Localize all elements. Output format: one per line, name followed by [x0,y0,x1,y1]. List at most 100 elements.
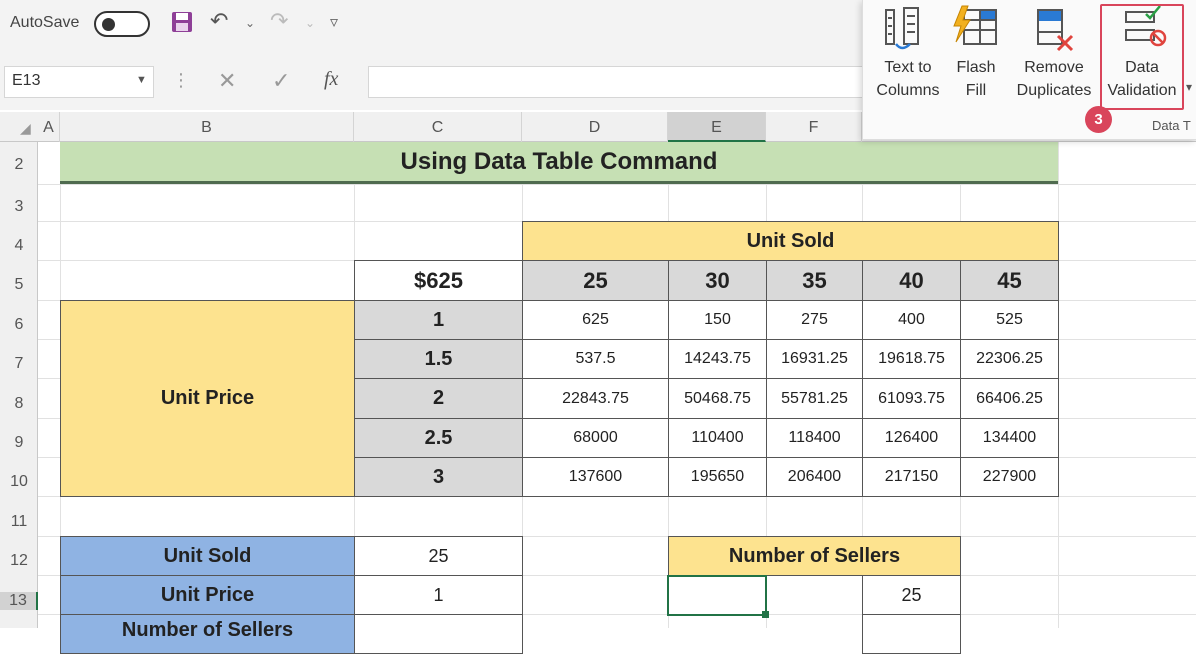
input-value-number-of-sellers[interactable] [354,614,523,654]
table-cell[interactable]: 134400 [960,418,1059,458]
table-cell[interactable]: 61093.75 [862,378,961,419]
redo-dropdown-icon[interactable]: ⌄ [305,16,315,30]
unit-sold-value-cell[interactable]: 35 [766,260,863,301]
column-header-b[interactable]: B [60,112,354,142]
row-header-5[interactable]: 5 [0,276,38,294]
input-label-number-of-sellers[interactable]: Number of Sellers [60,614,355,654]
column-header-c[interactable]: C [354,112,522,142]
corner-formula-cell[interactable]: $625 [354,260,523,301]
select-all-icon[interactable]: ◢ [20,120,31,137]
column-header-f[interactable]: F [766,112,862,142]
sheet-title[interactable]: Using Data Table Command [60,142,1058,184]
unit-sold-value-cell[interactable]: 40 [862,260,961,301]
table-cell[interactable]: 137600 [522,457,669,497]
text-to-columns-icon [882,4,934,57]
unit-price-value-cell[interactable]: 3 [354,457,523,497]
gridline [38,184,1196,185]
flash-fill-button[interactable]: Flash Fill [940,56,1012,102]
flash-fill-icon [950,4,1002,57]
row-header-2[interactable]: 2 [0,156,38,174]
table-cell[interactable]: 50468.75 [668,378,767,419]
text-to-columns-label-2: Columns [876,82,940,99]
redo-icon[interactable]: ↷ [270,8,288,34]
table-cell[interactable]: 537.5 [522,339,669,379]
undo-dropdown-icon[interactable]: ⌄ [245,16,255,30]
insert-function-icon[interactable]: fx [324,68,338,91]
unit-price-value-cell[interactable]: 2 [354,378,523,419]
formula-input[interactable] [368,66,868,98]
remove-duplicates-button[interactable]: Remove Duplicates [1010,56,1098,102]
step-badge: 3 [1085,106,1112,133]
input-label-unit-sold[interactable]: Unit Sold [60,536,355,576]
unit-price-label[interactable]: Unit Price [60,300,355,497]
row-header-13[interactable]: 13 [0,592,38,610]
row-header-9[interactable]: 9 [0,434,38,452]
row-header-8[interactable]: 8 [0,395,38,413]
row-header-7[interactable]: 7 [0,355,38,373]
table-cell[interactable]: 118400 [766,418,863,458]
save-icon[interactable] [170,10,194,40]
column-header-e[interactable]: E [668,112,766,142]
data-tools-group-label: Data T [1152,118,1191,133]
table-cell[interactable]: 195650 [668,457,767,497]
name-box-value: E13 [12,72,41,89]
table-cell[interactable]: 14243.75 [668,339,767,379]
table-cell[interactable]: 400 [862,300,961,340]
table-cell[interactable]: 22843.75 [522,378,669,419]
toggle-knob [102,18,115,31]
unit-sold-value-cell[interactable]: 30 [668,260,767,301]
table-cell[interactable]: 275 [766,300,863,340]
table-cell[interactable]: 625 [522,300,669,340]
row-header-3[interactable]: 3 [0,198,38,216]
enter-icon[interactable]: ✓ [272,68,290,94]
table-cell[interactable]: 16931.25 [766,339,863,379]
name-box-dropdown-icon[interactable]: ▼ [136,74,147,86]
sellers-value-cell[interactable]: 25 [862,575,961,615]
table-cell[interactable]: 66406.25 [960,378,1059,419]
fill-handle[interactable] [762,611,769,618]
table-cell[interactable]: 217150 [862,457,961,497]
data-validation-dropdown-icon[interactable]: ▾ [1186,80,1192,94]
cancel-icon[interactable]: ✕ [218,68,236,94]
sellers-value-cell[interactable] [862,614,961,654]
table-cell[interactable]: 227900 [960,457,1059,497]
column-header-a[interactable]: A [38,112,60,142]
customize-toolbar-icon[interactable]: ▿ [330,12,338,32]
table-cell[interactable]: 525 [960,300,1059,340]
row-header-10[interactable]: 10 [0,473,38,491]
table-cell[interactable]: 22306.25 [960,339,1059,379]
unit-price-value-cell[interactable]: 1 [354,300,523,340]
table-cell[interactable]: 150 [668,300,767,340]
table-cell[interactable]: 68000 [522,418,669,458]
table-cell[interactable]: 19618.75 [862,339,961,379]
flash-fill-label-2: Fill [965,82,987,99]
autosave-label: AutoSave [10,14,80,31]
unit-sold-value-cell[interactable]: 25 [522,260,669,301]
table-cell[interactable]: 126400 [862,418,961,458]
text-to-columns-label-1: Text to [884,59,932,76]
more-options-icon: ⋮ [172,70,190,90]
autosave-toggle[interactable] [94,11,150,37]
undo-icon[interactable]: ↶ [210,8,228,34]
unit-sold-header[interactable]: Unit Sold [522,221,1059,261]
row-header-4[interactable]: 4 [0,237,38,255]
input-value-unit-sold[interactable]: 25 [354,536,523,576]
selected-cell-e13[interactable] [667,575,767,616]
number-of-sellers-header[interactable]: Number of Sellers [668,536,961,576]
input-value-unit-price[interactable]: 1 [354,575,523,615]
remove-duplicates-icon [1028,4,1080,57]
unit-sold-value-cell[interactable]: 45 [960,260,1059,301]
column-header-d[interactable]: D [522,112,668,142]
remove-duplicates-label-1: Remove [1024,59,1084,76]
text-to-columns-button[interactable]: Text to Columns [866,56,950,102]
table-cell[interactable]: 206400 [766,457,863,497]
unit-price-value-cell[interactable]: 1.5 [354,339,523,379]
table-cell[interactable]: 110400 [668,418,767,458]
row-header-12[interactable]: 12 [0,552,38,570]
table-cell[interactable]: 55781.25 [766,378,863,419]
input-label-unit-price[interactable]: Unit Price [60,575,355,615]
row-header-6[interactable]: 6 [0,316,38,334]
flash-fill-label-1: Flash [956,59,996,76]
unit-price-value-cell[interactable]: 2.5 [354,418,523,458]
row-header-11[interactable]: 11 [0,513,38,531]
